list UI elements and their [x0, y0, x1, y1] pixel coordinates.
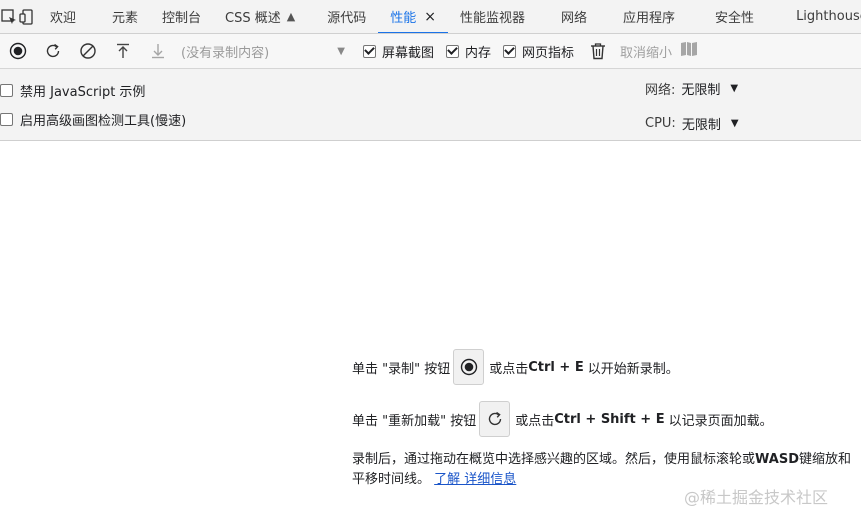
load-profile-button[interactable]: [105, 34, 140, 69]
reload-icon: [46, 43, 59, 58]
disable-js-samples-checkbox[interactable]: 禁用 JavaScript 示例: [0, 81, 145, 100]
network-throttle[interactable]: 网络: 无限制 ▼: [645, 79, 738, 98]
garbage-collect-button[interactable]: [586, 42, 610, 60]
zoom-out-button[interactable]: 取消缩小: [620, 42, 672, 61]
tab-application[interactable]: 应用程序: [599, 0, 687, 33]
device-toolbar-icon[interactable]: [18, 0, 36, 33]
clear-icon: [79, 43, 96, 59]
web-vitals-checkbox[interactable]: 网页指标: [503, 42, 574, 61]
advanced-paint-checkbox[interactable]: 启用高级画图检测工具(慢速): [0, 110, 186, 129]
cpu-throttle[interactable]: CPU: 无限制 ▼: [645, 114, 739, 133]
inspect-element-icon[interactable]: [0, 0, 18, 33]
flask-icon: ▲: [286, 10, 296, 23]
cpu-value: 无限制: [681, 118, 721, 133]
tab-css-overview[interactable]: CSS 概述 ▲: [213, 0, 307, 33]
shortcut-keys: Ctrl + Shift + E: [554, 411, 665, 427]
tab-elements[interactable]: 元素: [88, 0, 150, 33]
landing-record-button[interactable]: [453, 349, 485, 385]
tab-performance[interactable]: 性能 ×: [378, 0, 448, 33]
clear-button[interactable]: [70, 34, 105, 69]
record-icon: [9, 42, 26, 60]
tab-network[interactable]: 网络: [537, 0, 599, 33]
performance-toolbar: (没有录制内容) ▼ 屏幕截图 内存 网页指标 取消缩小: [0, 34, 861, 69]
close-icon[interactable]: ×: [424, 9, 436, 25]
checkbox-icon: [0, 84, 13, 97]
checkbox-checked-icon: [363, 44, 376, 58]
shortcut-keys: Ctrl + E: [528, 359, 584, 375]
landing-reload-button[interactable]: [479, 401, 511, 437]
performance-landing: 单击 "录制" 按钮 或点击 Ctrl + E 以开始新录制。 单击 "重新加载…: [352, 348, 852, 490]
learn-more-link[interactable]: 了解 详细信息: [434, 472, 516, 487]
upload-icon: [116, 43, 129, 58]
memory-checkbox[interactable]: 内存: [446, 42, 491, 61]
reload-record-button[interactable]: [35, 34, 70, 69]
cpu-label: CPU:: [645, 116, 676, 131]
recording-select-value: (没有录制内容): [181, 45, 270, 61]
network-value: 无限制: [681, 83, 721, 98]
tab-sources[interactable]: 源代码: [307, 0, 378, 33]
download-icon: [151, 44, 164, 59]
reload-icon: [488, 411, 501, 426]
screenshots-checkbox[interactable]: 屏幕截图: [363, 42, 434, 61]
devtools-tabbar: 欢迎 元素 控制台 CSS 概述 ▲ 源代码 性能 × 性能监视器 网络 应用程序 …: [0, 0, 861, 34]
map-icon[interactable]: [680, 41, 698, 61]
tab-performance-monitor[interactable]: 性能监视器: [448, 0, 537, 33]
record-instruction: 单击 "录制" 按钮 或点击 Ctrl + E 以开始新录制。: [352, 348, 852, 386]
record-button[interactable]: [0, 34, 35, 69]
chevron-down-icon: ▼: [730, 83, 739, 94]
save-profile-button[interactable]: [140, 34, 175, 69]
watermark: @稀土掘金技术社区: [684, 488, 829, 507]
checkbox-checked-icon: [446, 44, 460, 58]
tab-lighthouse[interactable]: Lighthouse: [766, 0, 861, 33]
checkbox-icon: [0, 113, 13, 126]
chevron-down-icon: ▼: [337, 45, 345, 57]
record-icon: [460, 358, 477, 376]
capture-settings-pane: 禁用 JavaScript 示例 启用高级画图检测工具(慢速) 网络: 无限制 …: [0, 69, 861, 141]
recording-select[interactable]: (没有录制内容) ▼: [175, 42, 351, 61]
reload-instruction: 单击 "重新加载" 按钮 或点击 Ctrl + Shift + E 以记录页面加…: [352, 400, 852, 438]
checkbox-checked-icon: [503, 44, 517, 58]
network-label: 网络:: [645, 83, 676, 98]
tab-console[interactable]: 控制台: [150, 0, 213, 33]
tab-security[interactable]: 安全性: [687, 0, 766, 33]
trash-icon: [591, 43, 606, 60]
chevron-down-icon: ▼: [730, 118, 739, 129]
tab-welcome[interactable]: 欢迎: [36, 0, 88, 33]
